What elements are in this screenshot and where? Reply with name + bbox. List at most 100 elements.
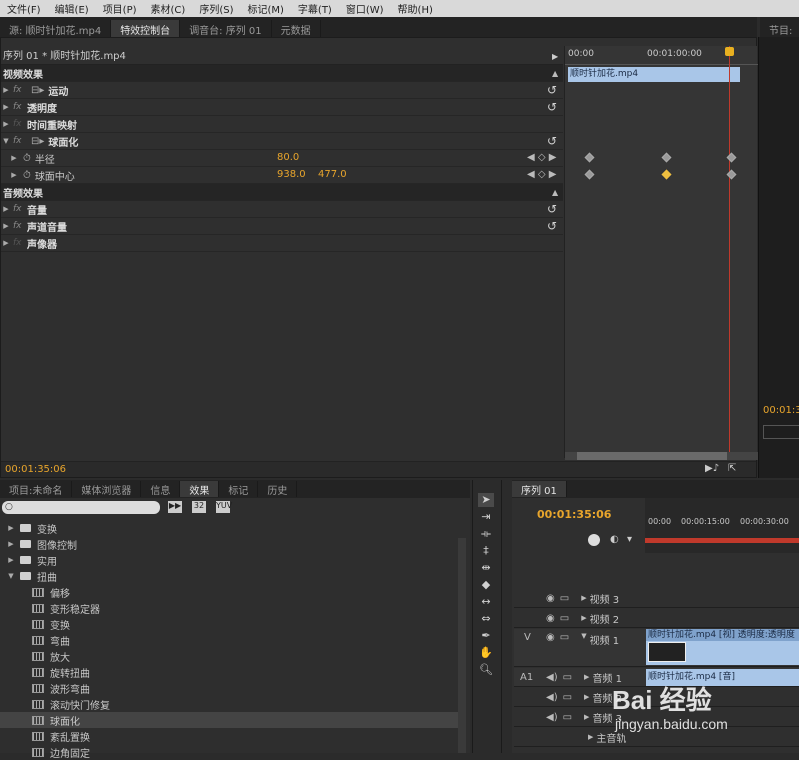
effect-item[interactable]: 旋转扭曲 (0, 664, 458, 680)
param-row-radius[interactable]: ▶ ⏱ 半径 80.0 ◀ ◇ ▶ (1, 150, 563, 167)
menu-item[interactable]: 素材(C) (144, 1, 193, 16)
tab-project-4[interactable]: 标记 (219, 481, 259, 497)
center-x-value[interactable]: 938.0 (277, 169, 306, 180)
lock-icon[interactable]: ▭ (563, 672, 572, 683)
hand-tool-icon[interactable]: ✋ (478, 646, 494, 660)
speaker-icon[interactable]: ◀) (546, 712, 558, 723)
video-clip[interactable]: 顺时针加花.mp4 [视] 透明度:透明度 (646, 629, 799, 665)
play-only-icon[interactable]: ▶ (552, 52, 558, 61)
program-monitor[interactable]: 00:01:3 (758, 37, 799, 478)
center-y-value[interactable]: 477.0 (318, 169, 347, 180)
pen-tool-icon[interactable]: ✒ (478, 629, 494, 643)
speaker-icon[interactable]: ◀) (546, 672, 558, 683)
program-zoom-bar[interactable] (763, 425, 799, 439)
effect-item[interactable]: 偏移 (0, 584, 458, 600)
program-timecode[interactable]: 00:01:3 (763, 405, 799, 416)
lock-icon[interactable]: ▭ (560, 613, 569, 624)
reset-icon[interactable]: ↺ (547, 219, 557, 233)
effect-row-spherize[interactable]: ▼ fx ⊟▸ 球面化 (1, 133, 563, 150)
a-target[interactable]: A1 (520, 672, 542, 683)
snap-icon[interactable] (588, 534, 600, 546)
slide-tool-icon[interactable]: ⇔ (478, 612, 494, 626)
tab-project-2[interactable]: 信息 (141, 481, 181, 497)
menu-item[interactable]: 窗口(W) (339, 1, 391, 16)
speaker-icon[interactable]: ◀) (546, 692, 558, 703)
effect-item[interactable]: 球面化 (0, 712, 458, 728)
lock-icon[interactable]: ▭ (560, 593, 569, 604)
keyframe[interactable] (661, 152, 672, 163)
keyframe-nav-icon[interactable]: ◀ ◇ ▶ (527, 152, 556, 163)
effect-row-opacity[interactable]: ▶ fx 透明度 (1, 99, 563, 116)
marker-icon[interactable]: ◐ (610, 534, 619, 545)
timeline-ruler[interactable]: 00:00 00:00:15:00 00:00:30:00 (645, 498, 799, 553)
keyframe[interactable] (584, 169, 595, 180)
effect-item[interactable]: 边角固定 (0, 744, 458, 760)
effect-item[interactable]: 弯曲 (0, 632, 458, 648)
keyframe-area[interactable]: 00:00 00:01:00:00 顺时针加花.mp4 (564, 46, 758, 460)
add-marker-icon[interactable]: ▾ (627, 534, 632, 545)
tab-program[interactable]: 节目: (760, 20, 799, 37)
reset-icon[interactable]: ↺ (547, 83, 557, 97)
tab-sequence[interactable]: 序列 01 (512, 481, 567, 497)
eye-icon[interactable]: ◉ (546, 613, 555, 624)
yuv-effects-icon[interactable]: YUV (216, 501, 232, 513)
razor-tool-icon[interactable]: ◆ (478, 578, 494, 592)
clip-bar[interactable]: 顺时针加花.mp4 (568, 67, 740, 82)
reset-icon[interactable]: ↺ (547, 134, 557, 148)
menu-item[interactable]: 帮助(H) (391, 1, 440, 16)
effect-item[interactable]: 变形稳定器 (0, 600, 458, 616)
audio-row-channel-volume[interactable]: ▶ fx 声道音量 (1, 218, 563, 235)
track-select-tool-icon[interactable]: ⇥ (478, 510, 494, 524)
effects-folder[interactable]: ▶ 图像控制 (0, 536, 458, 552)
effect-item[interactable]: 变换 (0, 616, 458, 632)
stopwatch-icon[interactable]: ⏱ (23, 170, 31, 181)
accelerated-effects-icon[interactable]: ▶▶ (168, 501, 182, 513)
keyframe[interactable] (584, 152, 595, 163)
eye-icon[interactable]: ◉ (546, 593, 555, 604)
effect-item[interactable]: 波形弯曲 (0, 680, 458, 696)
rate-stretch-tool-icon[interactable]: ⇹ (478, 561, 494, 575)
keyframe-selected[interactable] (661, 169, 672, 180)
scrollbar[interactable] (458, 538, 466, 753)
menu-item[interactable]: 项目(P) (96, 1, 144, 16)
tab-project-5[interactable]: 历史 (258, 481, 298, 497)
menu-item[interactable]: 编辑(E) (48, 1, 96, 16)
lock-icon[interactable]: ▭ (563, 712, 572, 723)
menu-item[interactable]: 文件(F) (0, 1, 48, 16)
zoom-tool-icon[interactable]: 🔍︎ (478, 663, 494, 677)
tab-project-0[interactable]: 项目:未命名 (0, 481, 73, 497)
reset-icon[interactable]: ↺ (547, 202, 557, 216)
effect-item[interactable]: 放大 (0, 648, 458, 664)
sequence-timecode[interactable]: 00:01:35:06 (537, 508, 611, 521)
effects-folder[interactable]: ▶ 变换 (0, 520, 458, 536)
lock-icon[interactable]: ▭ (563, 692, 572, 703)
radius-value[interactable]: 80.0 (277, 152, 299, 163)
tab-source[interactable]: 源: 顺时针加花.mp4 (0, 20, 112, 37)
tab-project-1[interactable]: 媒体浏览器 (72, 481, 142, 497)
effects-folder[interactable]: ▼ 扭曲 (0, 568, 458, 584)
search-input[interactable]: ○ (2, 501, 160, 514)
menu-item[interactable]: 标记(M) (240, 1, 290, 16)
ripple-edit-tool-icon[interactable]: ⟛ (478, 527, 494, 541)
track-video-3[interactable]: ◉ ▭ ▶ 视频 3 (514, 589, 799, 608)
scrollbar[interactable] (565, 452, 758, 460)
track-video-2[interactable]: ◉ ▭ ▶ 视频 2 (514, 609, 799, 628)
effects-folder[interactable]: ▶ 实用 (0, 552, 458, 568)
effect-item[interactable]: 紊乱置换 (0, 728, 458, 744)
32bit-effects-icon[interactable]: 32 (192, 501, 206, 513)
menu-item[interactable]: 序列(S) (192, 1, 240, 16)
selection-tool-icon[interactable]: ➤ (478, 493, 494, 507)
param-row-center[interactable]: ▶ ⏱ 球面中心 938.0 477.0 ◀ ◇ ▶ (1, 167, 563, 184)
tab-effect-controls[interactable]: 特效控制台 (111, 20, 181, 37)
slip-tool-icon[interactable]: ↔ (478, 595, 494, 609)
work-area-bar[interactable] (645, 538, 799, 543)
effect-item[interactable]: 滚动快门修复 (0, 696, 458, 712)
render-icon[interactable]: ▶♪ (705, 463, 719, 474)
rolling-edit-tool-icon[interactable]: ‡ (478, 544, 494, 558)
collapse-icon[interactable]: ▲ (552, 188, 558, 197)
keyframe-nav-icon[interactable]: ◀ ◇ ▶ (527, 169, 556, 180)
collapse-icon[interactable]: ▲ (552, 69, 558, 78)
tab-audio-mixer[interactable]: 调音台: 序列 01 (180, 20, 272, 37)
audio-row-panner[interactable]: ▶ fx 声像器 (1, 235, 563, 252)
menu-item[interactable]: 字幕(T) (291, 1, 339, 16)
